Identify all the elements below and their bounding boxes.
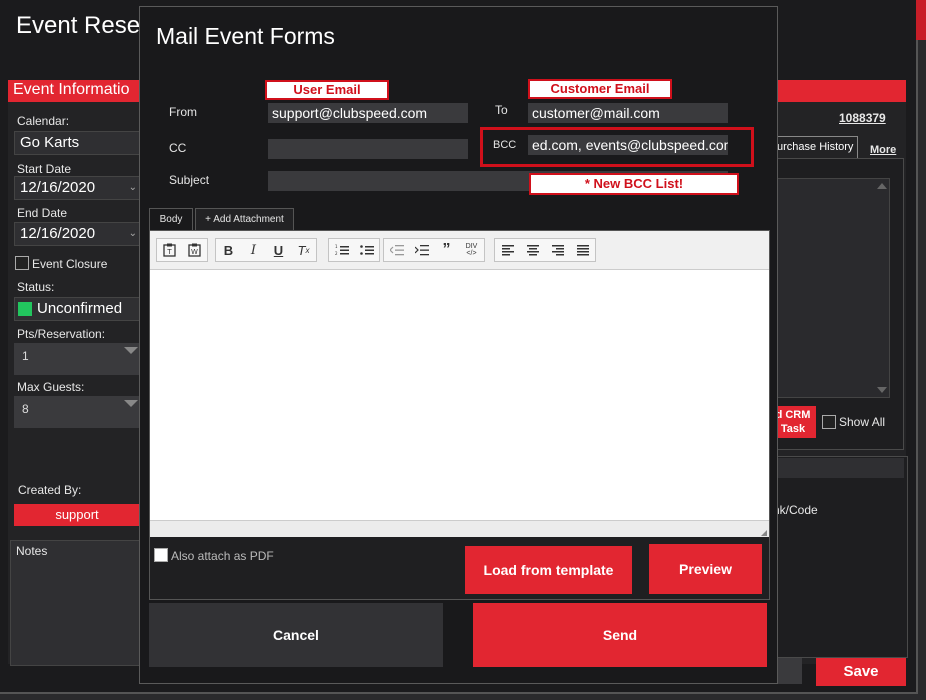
- more-link[interactable]: More: [870, 144, 896, 156]
- show-all-label: Show All: [839, 415, 886, 429]
- underline-icon[interactable]: U: [266, 239, 291, 261]
- svg-text:1: 1: [335, 244, 338, 249]
- attach-pdf-label: Also attach as PDF: [171, 549, 274, 563]
- preview-button[interactable]: Preview: [649, 544, 762, 594]
- cancel-button[interactable]: Cancel: [149, 603, 443, 667]
- nk-code-label: nk/Code: [773, 503, 818, 517]
- status-value: Unconfirmed: [37, 300, 123, 317]
- status-indicator: [18, 302, 32, 316]
- bcc-highlight: [480, 127, 754, 167]
- editor-toolbar: T W B I U Tx 12 ” DIV </>: [150, 231, 769, 270]
- to-label: To: [495, 103, 508, 117]
- load-from-template-button[interactable]: Load from template: [465, 546, 632, 594]
- pts-reservation-value: 1: [22, 349, 29, 363]
- created-by-label: Created By:: [18, 483, 82, 497]
- max-guests-field[interactable]: 8: [14, 396, 140, 428]
- secondary-panel-header: [762, 458, 904, 478]
- calendar-field[interactable]: Go Karts: [14, 131, 140, 155]
- clipboard-group: T W: [156, 238, 208, 262]
- dropdown-arrow-icon[interactable]: [124, 400, 138, 407]
- status-field[interactable]: Unconfirmed: [14, 297, 140, 321]
- format-group: B I U Tx: [215, 238, 317, 262]
- align-right-icon[interactable]: [545, 239, 570, 261]
- notes-box[interactable]: [10, 540, 144, 666]
- to-field[interactable]: customer@mail.com: [528, 103, 728, 123]
- status-label: Status:: [17, 280, 55, 294]
- bottom-field: [776, 658, 802, 684]
- bold-icon[interactable]: B: [216, 239, 241, 261]
- list-group: 12: [328, 238, 380, 262]
- svg-text:T: T: [166, 248, 172, 256]
- modal-title: Mail Event Forms: [156, 23, 335, 49]
- scroll-up-icon[interactable]: [877, 183, 887, 189]
- subject-label: Subject: [169, 173, 210, 187]
- start-date-field[interactable]: 12/16/2020 ⌄: [14, 176, 140, 200]
- window-title: Event Reser: [16, 12, 149, 39]
- mail-event-forms-modal: Mail Event Forms From support@clubspeed.…: [139, 6, 778, 684]
- from-label: From: [169, 105, 197, 119]
- align-justify-icon[interactable]: [570, 239, 595, 261]
- bullet-list-icon[interactable]: [354, 239, 379, 261]
- max-guests-value: 8: [22, 402, 29, 416]
- section-header: Event Informatio: [13, 81, 130, 98]
- cc-field[interactable]: [268, 139, 468, 159]
- indent-icon[interactable]: [409, 239, 434, 261]
- dropdown-arrow-icon[interactable]: [124, 347, 138, 354]
- max-guests-label: Max Guests:: [17, 380, 85, 394]
- reservation-number-link[interactable]: 1088379: [839, 111, 886, 125]
- start-date-value: 12/16/2020: [20, 179, 96, 196]
- end-date-field[interactable]: 12/16/2020 ⌄: [14, 222, 140, 246]
- svg-text:W: W: [191, 248, 198, 256]
- body-editor[interactable]: [150, 270, 769, 520]
- outdent-icon[interactable]: [384, 239, 409, 261]
- history-list[interactable]: [770, 178, 890, 398]
- blockquote-icon[interactable]: ”: [434, 239, 459, 261]
- paste-text-icon[interactable]: T: [157, 239, 182, 261]
- tab-add-attachment[interactable]: + Add Attachment: [195, 208, 294, 230]
- align-left-icon[interactable]: [495, 239, 520, 261]
- user-email-callout: User Email: [265, 80, 389, 100]
- notes-label: Notes: [16, 544, 48, 558]
- pts-reservation-field[interactable]: 1: [14, 343, 140, 375]
- window-accent: [916, 0, 926, 40]
- resize-handle-icon[interactable]: [761, 530, 767, 536]
- svg-text:2: 2: [335, 251, 338, 256]
- chevron-down-icon[interactable]: ⌄: [129, 223, 137, 245]
- indent-group: ” DIV </>: [383, 238, 485, 262]
- scroll-down-icon[interactable]: [877, 387, 887, 393]
- align-group: [494, 238, 596, 262]
- from-field[interactable]: support@clubspeed.com: [268, 103, 468, 123]
- italic-icon[interactable]: I: [241, 239, 266, 261]
- chevron-down-icon[interactable]: ⌄: [129, 177, 137, 199]
- customer-email-callout: Customer Email: [528, 79, 672, 99]
- cc-label: CC: [169, 141, 187, 155]
- tab-purchase-history[interactable]: urchase History: [770, 136, 858, 158]
- tab-body[interactable]: Body: [149, 208, 193, 230]
- new-bcc-callout: * New BCC List!: [529, 173, 739, 195]
- align-center-icon[interactable]: [520, 239, 545, 261]
- end-date-value: 12/16/2020: [20, 225, 96, 242]
- send-button[interactable]: Send: [473, 603, 767, 667]
- secondary-panel: [760, 456, 908, 658]
- calendar-label: Calendar:: [17, 114, 70, 128]
- editor-statusbar: [150, 520, 769, 537]
- attach-pdf-checkbox[interactable]: [154, 548, 168, 562]
- save-button[interactable]: Save: [816, 658, 906, 686]
- numbered-list-icon[interactable]: 12: [329, 239, 354, 261]
- event-closure-checkbox[interactable]: [15, 256, 29, 270]
- paste-word-icon[interactable]: W: [182, 239, 207, 261]
- create-div-icon[interactable]: DIV </>: [459, 239, 484, 261]
- created-by-value: support: [14, 504, 140, 526]
- event-closure-label: Event Closure: [32, 257, 108, 271]
- end-date-label: End Date: [17, 206, 68, 220]
- start-date-label: Start Date: [17, 162, 72, 176]
- show-all-checkbox[interactable]: [822, 415, 836, 429]
- pts-reservation-label: Pts/Reservation:: [17, 327, 106, 341]
- remove-format-icon[interactable]: Tx: [291, 239, 316, 261]
